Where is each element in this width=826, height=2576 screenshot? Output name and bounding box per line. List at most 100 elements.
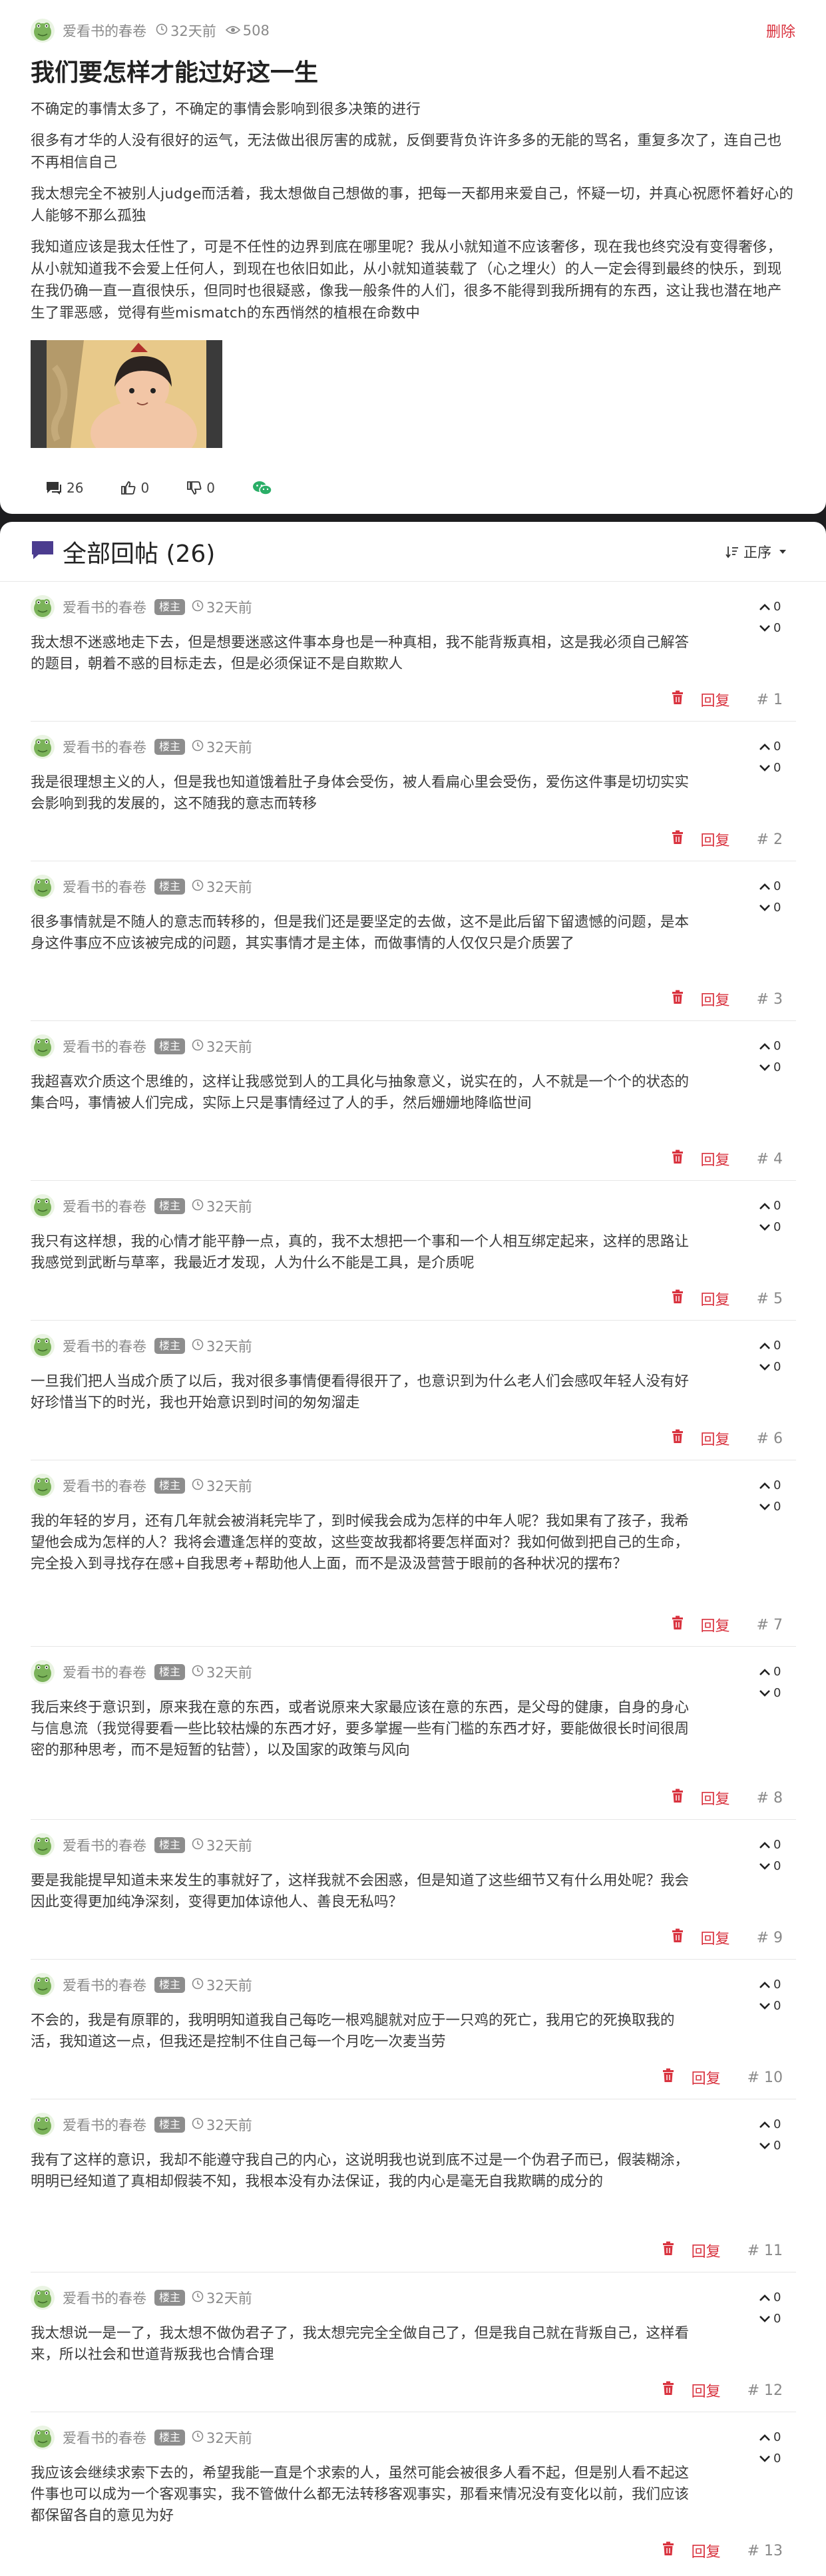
avatar[interactable] [31, 735, 55, 759]
trash-icon[interactable] [672, 1429, 684, 1448]
upvote-button[interactable]: 0 [759, 1195, 783, 1217]
reply-author[interactable]: 爱看书的春卷 [63, 597, 146, 617]
reply-button[interactable]: 回复 [701, 1148, 730, 1170]
reply-button[interactable]: 回复 [701, 1428, 730, 1449]
reply-author[interactable]: 爱看书的春卷 [63, 1036, 146, 1056]
trash-icon[interactable] [662, 2381, 674, 2400]
reply-author[interactable]: 爱看书的春卷 [63, 2288, 146, 2308]
reply-author[interactable]: 爱看书的春卷 [63, 877, 146, 897]
trash-icon[interactable] [672, 690, 684, 709]
upvote-count: 0 [773, 2117, 781, 2131]
upvote-button[interactable]: 0 [759, 1974, 783, 1996]
trash-icon[interactable] [672, 1150, 684, 1168]
avatar[interactable] [31, 2286, 55, 2310]
avatar[interactable] [31, 1833, 55, 1857]
trash-icon[interactable] [672, 830, 684, 849]
reply-footer: 回复 # 13 [662, 2540, 783, 2561]
avatar[interactable] [31, 2426, 55, 2450]
delete-button[interactable]: 删除 [766, 20, 795, 41]
downvote-button[interactable]: 0 [759, 618, 783, 639]
upvote-button[interactable]: 0 [759, 1036, 783, 1057]
avatar[interactable] [31, 19, 55, 43]
reply-button[interactable]: 回复 [701, 689, 730, 710]
reply-button[interactable]: 回复 [701, 1927, 730, 1948]
downvote-button[interactable]: 0 [759, 1496, 783, 1518]
reply-author[interactable]: 爱看书的春卷 [63, 1975, 146, 1995]
reply-button[interactable]: 回复 [701, 988, 730, 1010]
avatar[interactable] [31, 1474, 55, 1498]
upvote-button[interactable]: 0 [759, 2114, 783, 2135]
floor-number: # 1 [756, 691, 783, 708]
downvote-button[interactable]: 0 [759, 2308, 783, 2330]
upvote-button[interactable]: 0 [759, 2427, 783, 2448]
downvote-button[interactable]: 0 [759, 1683, 783, 1704]
trash-icon[interactable] [662, 2541, 674, 2560]
downvote-button[interactable]: 0 [759, 1357, 783, 1378]
avatar[interactable] [31, 2113, 55, 2137]
avatar[interactable] [31, 1334, 55, 1358]
upvote-button[interactable]: 0 [759, 1475, 783, 1496]
reply-author[interactable]: 爱看书的春卷 [63, 737, 146, 757]
reply-author[interactable]: 爱看书的春卷 [63, 1662, 146, 1682]
reply-item: 爱看书的春卷 楼主 32天前 0 0 我有了这样的意识，我却不能遵守我自己的内心… [31, 2099, 796, 2272]
reply-author[interactable]: 爱看书的春卷 [63, 2428, 146, 2448]
downvote-button[interactable]: 0 [759, 897, 783, 919]
reply-author[interactable]: 爱看书的春卷 [63, 1835, 146, 1855]
trash-icon[interactable] [672, 1789, 684, 1807]
sort-dropdown[interactable]: 正序 [725, 542, 787, 562]
upvote-button[interactable]: 0 [759, 1335, 783, 1357]
dislike-button[interactable]: 0 [186, 480, 215, 496]
reply-footer: 回复 # 7 [672, 1614, 783, 1635]
reply-button[interactable]: 回复 [692, 2540, 721, 2561]
upvote-button[interactable]: 0 [759, 736, 783, 757]
post-image[interactable] [31, 340, 222, 448]
trash-icon[interactable] [672, 1928, 684, 1947]
trash-icon[interactable] [672, 1289, 684, 1308]
avatar[interactable] [31, 595, 55, 619]
avatar[interactable] [31, 1034, 55, 1058]
upvote-button[interactable]: 0 [759, 2287, 783, 2308]
reply-body: 我是很理想主义的人，但是我也知道饿着肚子身体会受伤，被人看扁心里会受伤，爱伤这件… [31, 774, 690, 812]
reply-item: 爱看书的春卷 楼主 32天前 0 0 我超喜欢介质这个思维的，这样让我感觉到人的… [31, 1021, 796, 1181]
reply-footer: 回复 # 1 [672, 689, 783, 710]
downvote-button[interactable]: 0 [759, 757, 783, 779]
reply-author[interactable]: 爱看书的春卷 [63, 2115, 146, 2135]
downvote-button[interactable]: 0 [759, 2135, 783, 2157]
downvote-button[interactable]: 0 [759, 1217, 783, 1238]
reply-button[interactable]: 回复 [701, 1288, 730, 1309]
downvote-button[interactable]: 0 [759, 1856, 783, 1877]
upvote-button[interactable]: 0 [759, 596, 783, 618]
reply-author[interactable]: 爱看书的春卷 [63, 1336, 146, 1356]
reply-button[interactable]: 回复 [701, 829, 730, 850]
downvote-count: 0 [773, 2139, 781, 2153]
wechat-share-button[interactable] [252, 480, 276, 496]
avatar[interactable] [31, 1973, 55, 1997]
reply-button[interactable]: 回复 [701, 1787, 730, 1809]
reply-author[interactable]: 爱看书的春卷 [63, 1196, 146, 1216]
comments-button[interactable]: 26 [45, 480, 83, 496]
post-meta: 爱看书的春卷 32天前 508 [31, 19, 795, 43]
post-author[interactable]: 爱看书的春卷 [63, 21, 146, 41]
like-button[interactable]: 0 [120, 480, 149, 496]
reply-button[interactable]: 回复 [692, 2380, 721, 2401]
downvote-button[interactable]: 0 [759, 1996, 783, 2017]
trash-icon[interactable] [672, 990, 684, 1008]
trash-icon[interactable] [672, 1615, 684, 1634]
trash-icon[interactable] [662, 2241, 674, 2260]
upvote-button[interactable]: 0 [759, 876, 783, 897]
frog-avatar-icon [34, 1837, 51, 1855]
reply-button[interactable]: 回复 [692, 2067, 721, 2088]
reply-author[interactable]: 爱看书的春卷 [63, 1476, 146, 1496]
trash-icon[interactable] [662, 2068, 674, 2087]
upvote-button[interactable]: 0 [759, 1661, 783, 1683]
downvote-button[interactable]: 0 [759, 1057, 783, 1078]
downvote-button[interactable]: 0 [759, 2448, 783, 2469]
avatar[interactable] [31, 875, 55, 899]
reply-button[interactable]: 回复 [692, 2240, 721, 2261]
reply-button[interactable]: 回复 [701, 1614, 730, 1635]
vote-control: 0 0 [759, 2114, 783, 2157]
upvote-button[interactable]: 0 [759, 1834, 783, 1856]
avatar[interactable] [31, 1660, 55, 1684]
reply-body: 我太想不迷惑地走下去，但是想要迷惑这件事本身也是一种真相，我不能背叛真相，这是我… [31, 634, 690, 672]
avatar[interactable] [31, 1194, 55, 1218]
